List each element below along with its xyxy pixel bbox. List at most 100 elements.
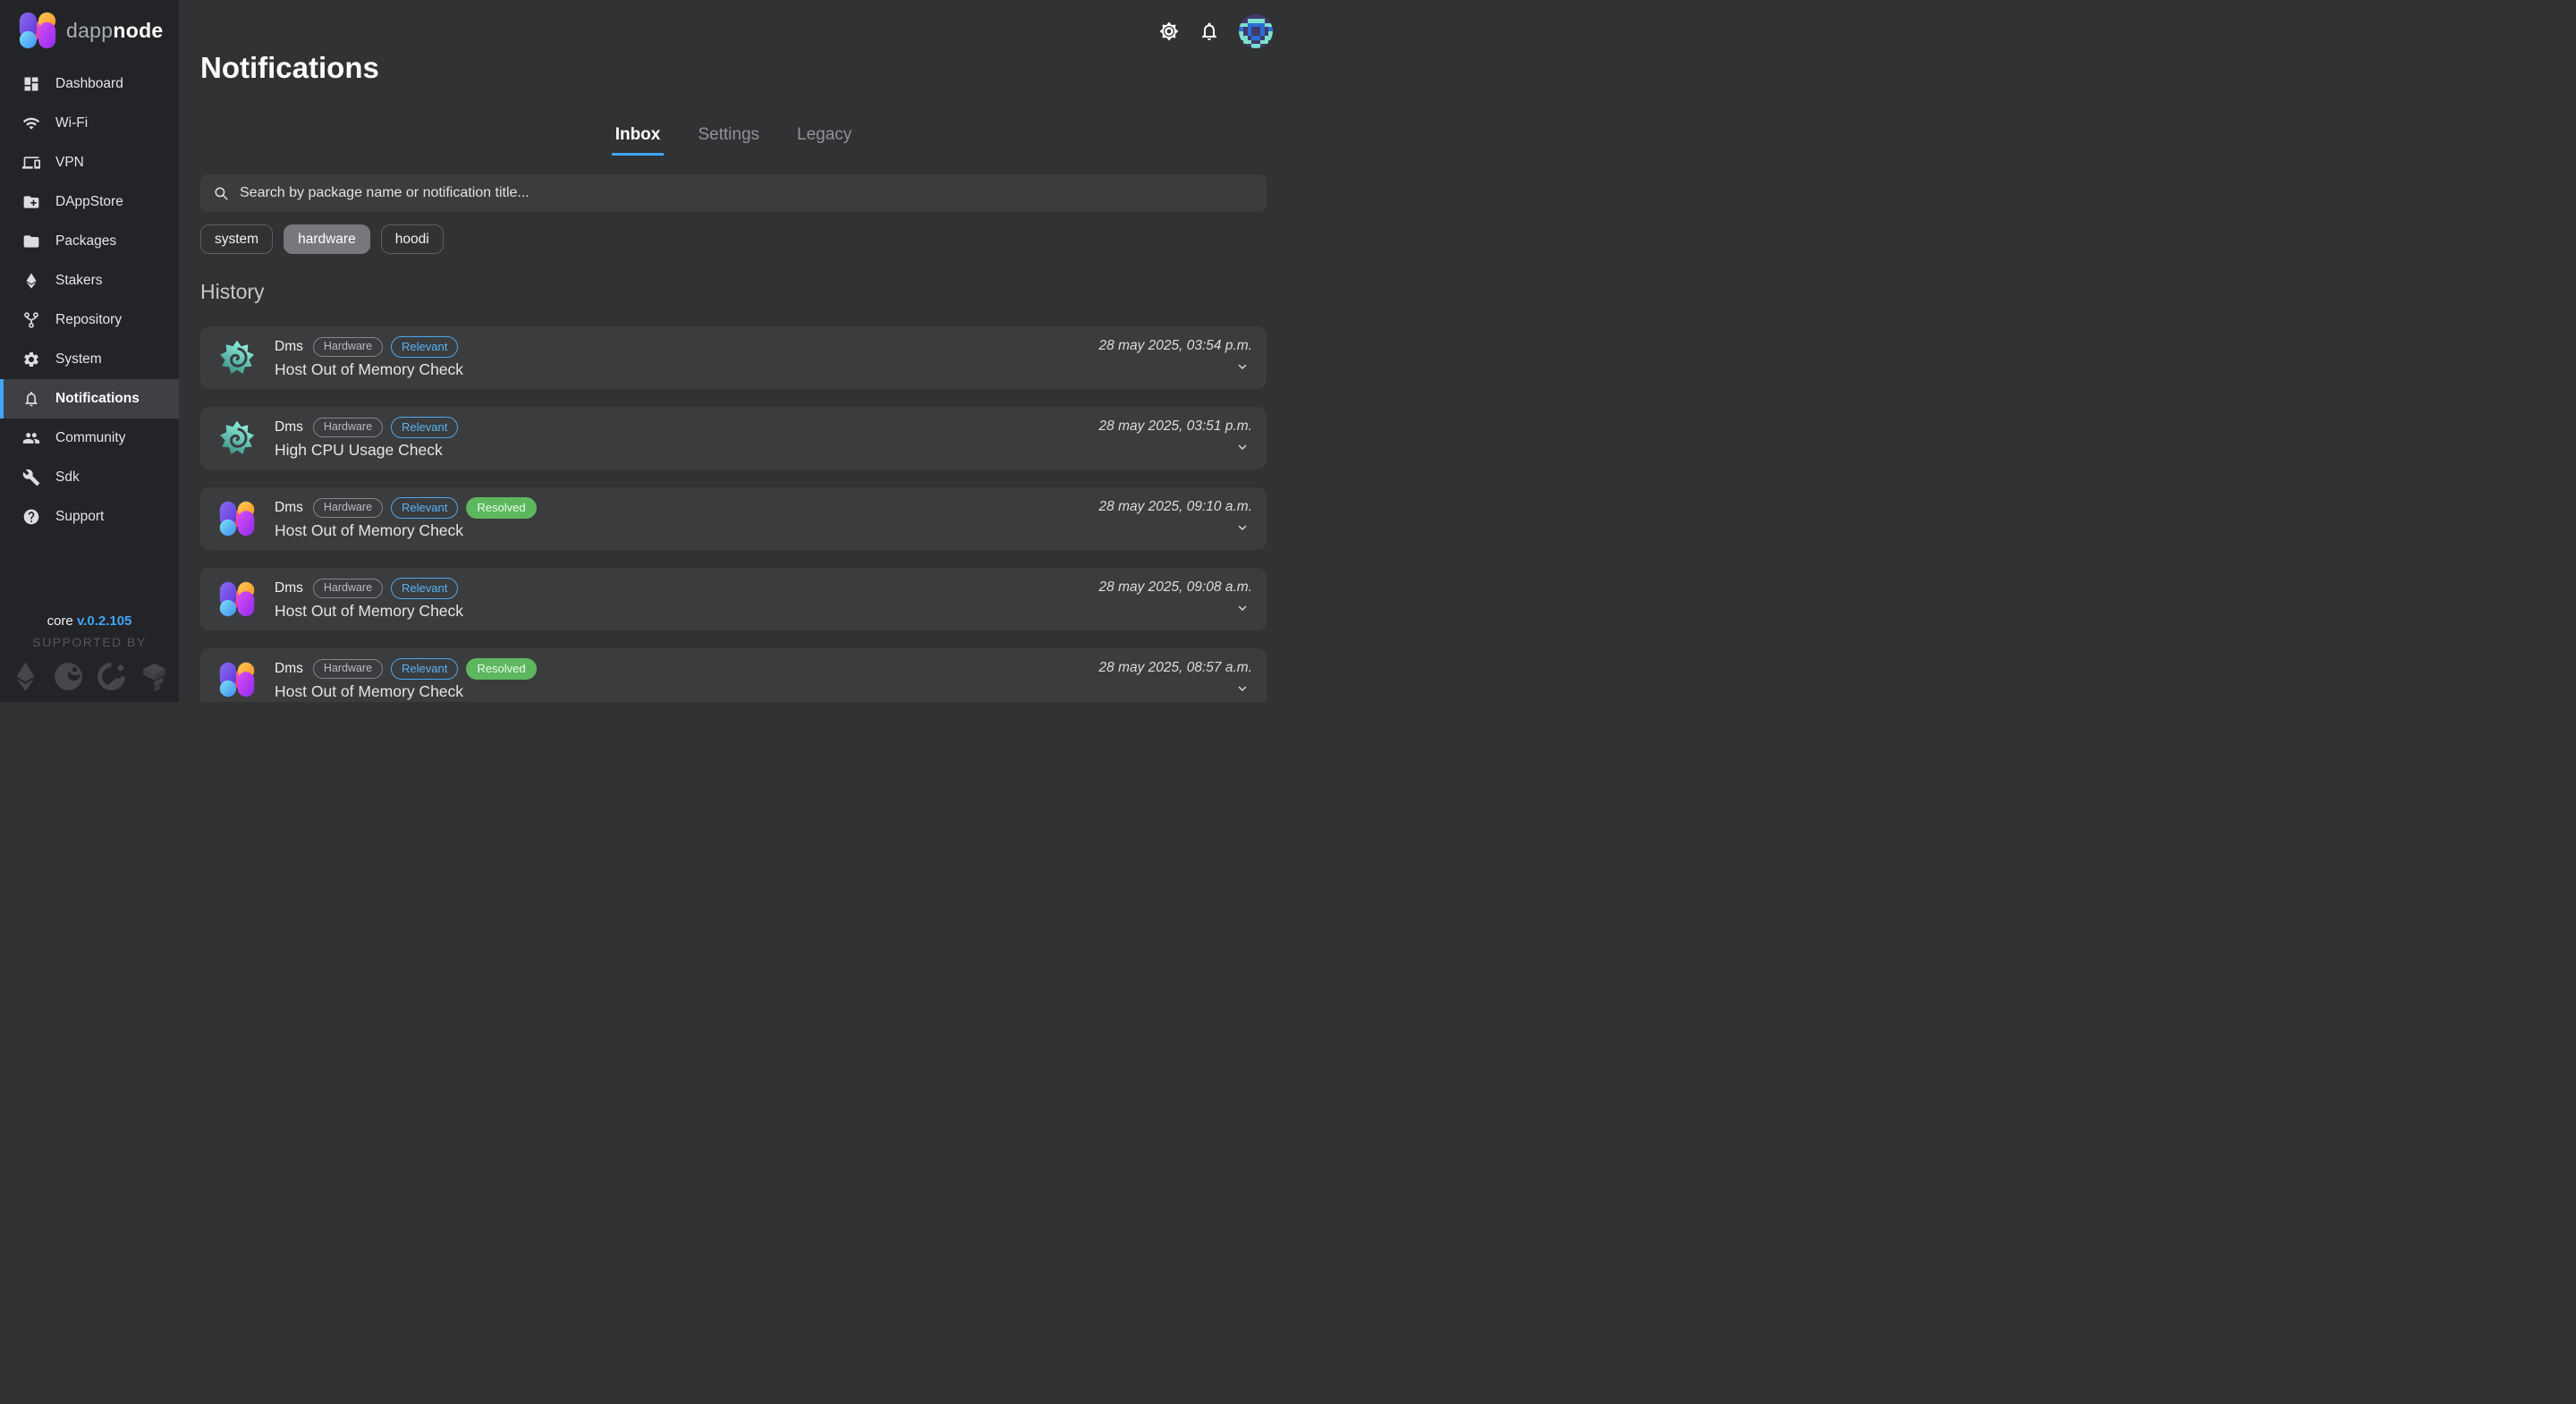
filter-chip-hardware[interactable]: hardware (284, 224, 370, 254)
ethereum-foundation-logo-icon (9, 660, 42, 693)
grafana-logo-icon (218, 419, 256, 457)
app-root: dappnode Dashboard Wi-Fi VPN DAppStore Packa… (0, 0, 1288, 702)
core-label: core (47, 613, 73, 629)
sidebar-item-wi-fi[interactable]: Wi-Fi (0, 104, 179, 143)
chevron-down-icon[interactable] (1234, 681, 1250, 697)
gear-icon (22, 351, 40, 368)
search-icon (213, 185, 229, 201)
people-icon (22, 429, 40, 447)
filter-chips: system hardware hoodi (200, 224, 1267, 254)
sidebar-item-sdk[interactable]: Sdk (0, 458, 179, 497)
notification-title: Host Out of Memory Check (275, 360, 1080, 379)
notification-timestamp: 28 may 2025, 08:57 a.m. (1099, 660, 1252, 676)
badge-hardware: Hardware (313, 418, 383, 438)
dappnode-logo-icon (18, 11, 57, 50)
sidebar-item-label: Wi-Fi (55, 115, 88, 131)
sidebar-item-system[interactable]: System (0, 340, 179, 379)
search-bar (200, 174, 1267, 212)
sidebar-item-packages[interactable]: Packages (0, 222, 179, 261)
sidebar-item-notifications[interactable]: Notifications (0, 379, 179, 419)
badge-relevant: Relevant (391, 417, 458, 437)
sidebar-item-label: VPN (55, 155, 84, 171)
help-icon (22, 508, 40, 526)
notification-timestamp: 28 may 2025, 09:10 a.m. (1099, 499, 1252, 515)
brand-wordmark: dappnode (66, 19, 164, 43)
badge-resolved: Resolved (466, 658, 536, 679)
badge-hardware: Hardware (313, 337, 383, 358)
dappnode-logo-icon (218, 580, 256, 618)
tab-settings[interactable]: Settings (694, 125, 763, 156)
wrench-icon (22, 469, 40, 486)
sidebar: dappnode Dashboard Wi-Fi VPN DAppStore Packa… (0, 0, 179, 702)
sidebar-item-label: Community (55, 430, 125, 446)
core-version-link[interactable]: v.0.2.105 (77, 613, 131, 629)
tab-inbox[interactable]: Inbox (612, 125, 665, 156)
notification-source: Dms (275, 580, 303, 596)
notification-source: Dms (275, 500, 303, 516)
badge-hardware: Hardware (313, 659, 383, 680)
sidebar-item-community[interactable]: Community (0, 419, 179, 458)
notification-title: High CPU Usage Check (275, 441, 1080, 460)
notification-title: Host Out of Memory Check (275, 682, 1080, 701)
notification-title: Host Out of Memory Check (275, 602, 1080, 621)
supported-by-label: SUPPORTED BY (0, 635, 179, 649)
sidebar-item-label: Packages (55, 233, 116, 250)
sidebar-item-label: System (55, 351, 102, 368)
tab-legacy[interactable]: Legacy (793, 125, 855, 156)
sidebar-item-label: Sdk (55, 469, 80, 486)
chevron-down-icon[interactable] (1234, 359, 1250, 375)
brand-wordmark-light: dapp (66, 19, 113, 42)
theme-toggle-sun-icon[interactable] (1158, 21, 1180, 42)
sidebar-item-dappstore[interactable]: DAppStore (0, 182, 179, 222)
sidebar-item-support[interactable]: Support (0, 497, 179, 537)
devices-icon (22, 154, 40, 172)
chevron-down-icon[interactable] (1234, 600, 1250, 616)
notification-list: Dms Hardware Relevant Host Out of Memory Ch… (200, 326, 1267, 702)
notification-timestamp: 28 may 2025, 03:51 p.m. (1099, 419, 1252, 435)
notification-row[interactable]: DmsHardwareRelevantResolvedHost Out of M… (200, 648, 1267, 702)
page-title: Notifications (200, 51, 1267, 85)
badge-hardware: Hardware (313, 579, 383, 599)
notification-row[interactable]: DmsHardwareRelevantHost Out of Memory Ch… (200, 568, 1267, 630)
history-heading: History (200, 280, 1267, 304)
sidebar-item-label: DAppStore (55, 194, 123, 210)
notifications-bell-icon[interactable] (1199, 21, 1220, 42)
filter-chip-system[interactable]: system (200, 224, 273, 254)
sidebar-item-label: Dashboard (55, 76, 123, 92)
chevron-down-icon[interactable] (1234, 520, 1250, 536)
avatar-pixel (1268, 44, 1273, 48)
sidebar-item-label: Support (55, 509, 104, 525)
brand[interactable]: dappnode (0, 0, 179, 50)
badge-relevant: Relevant (391, 497, 458, 518)
gitcoin-logo-icon (95, 660, 128, 693)
tabs: Inbox Settings Legacy (200, 125, 1267, 156)
folder-icon (22, 233, 40, 250)
chevron-down-icon[interactable] (1234, 439, 1250, 455)
avatar-pixel (1268, 40, 1273, 45)
brand-wordmark-bold: node (113, 19, 163, 42)
avatar[interactable] (1239, 14, 1273, 48)
avatar-pixel (1239, 14, 1243, 19)
ethereum-icon (22, 272, 40, 290)
sidebar-item-vpn[interactable]: VPN (0, 143, 179, 182)
bell-icon (22, 390, 40, 408)
sidebar-item-repository[interactable]: Repository (0, 300, 179, 340)
sidebar-item-stakers[interactable]: Stakers (0, 261, 179, 300)
sidebar-item-label: Notifications (55, 391, 140, 407)
notification-source: Dms (275, 661, 303, 677)
dappnode-logo-icon (218, 661, 256, 698)
notification-row[interactable]: DmsHardwareRelevantHigh CPU Usage Check2… (200, 407, 1267, 469)
topbar (1158, 14, 1273, 48)
badge-relevant: Relevant (391, 336, 458, 357)
notification-row[interactable]: DmsHardwareRelevantHost Out of Memory Ch… (200, 326, 1267, 389)
gnosis-logo-icon (52, 660, 85, 693)
filter-chip-hoodi[interactable]: hoodi (381, 224, 444, 254)
branch-icon (22, 311, 40, 329)
search-input[interactable] (238, 184, 1254, 202)
notification-row[interactable]: DmsHardwareRelevantResolvedHost Out of M… (200, 487, 1267, 550)
partner-logos (0, 660, 179, 693)
wifi-icon (22, 114, 40, 132)
avatar-pixel (1268, 14, 1273, 19)
sidebar-item-dashboard[interactable]: Dashboard (0, 64, 179, 104)
core-version-line: core v.0.2.105 (0, 613, 179, 629)
